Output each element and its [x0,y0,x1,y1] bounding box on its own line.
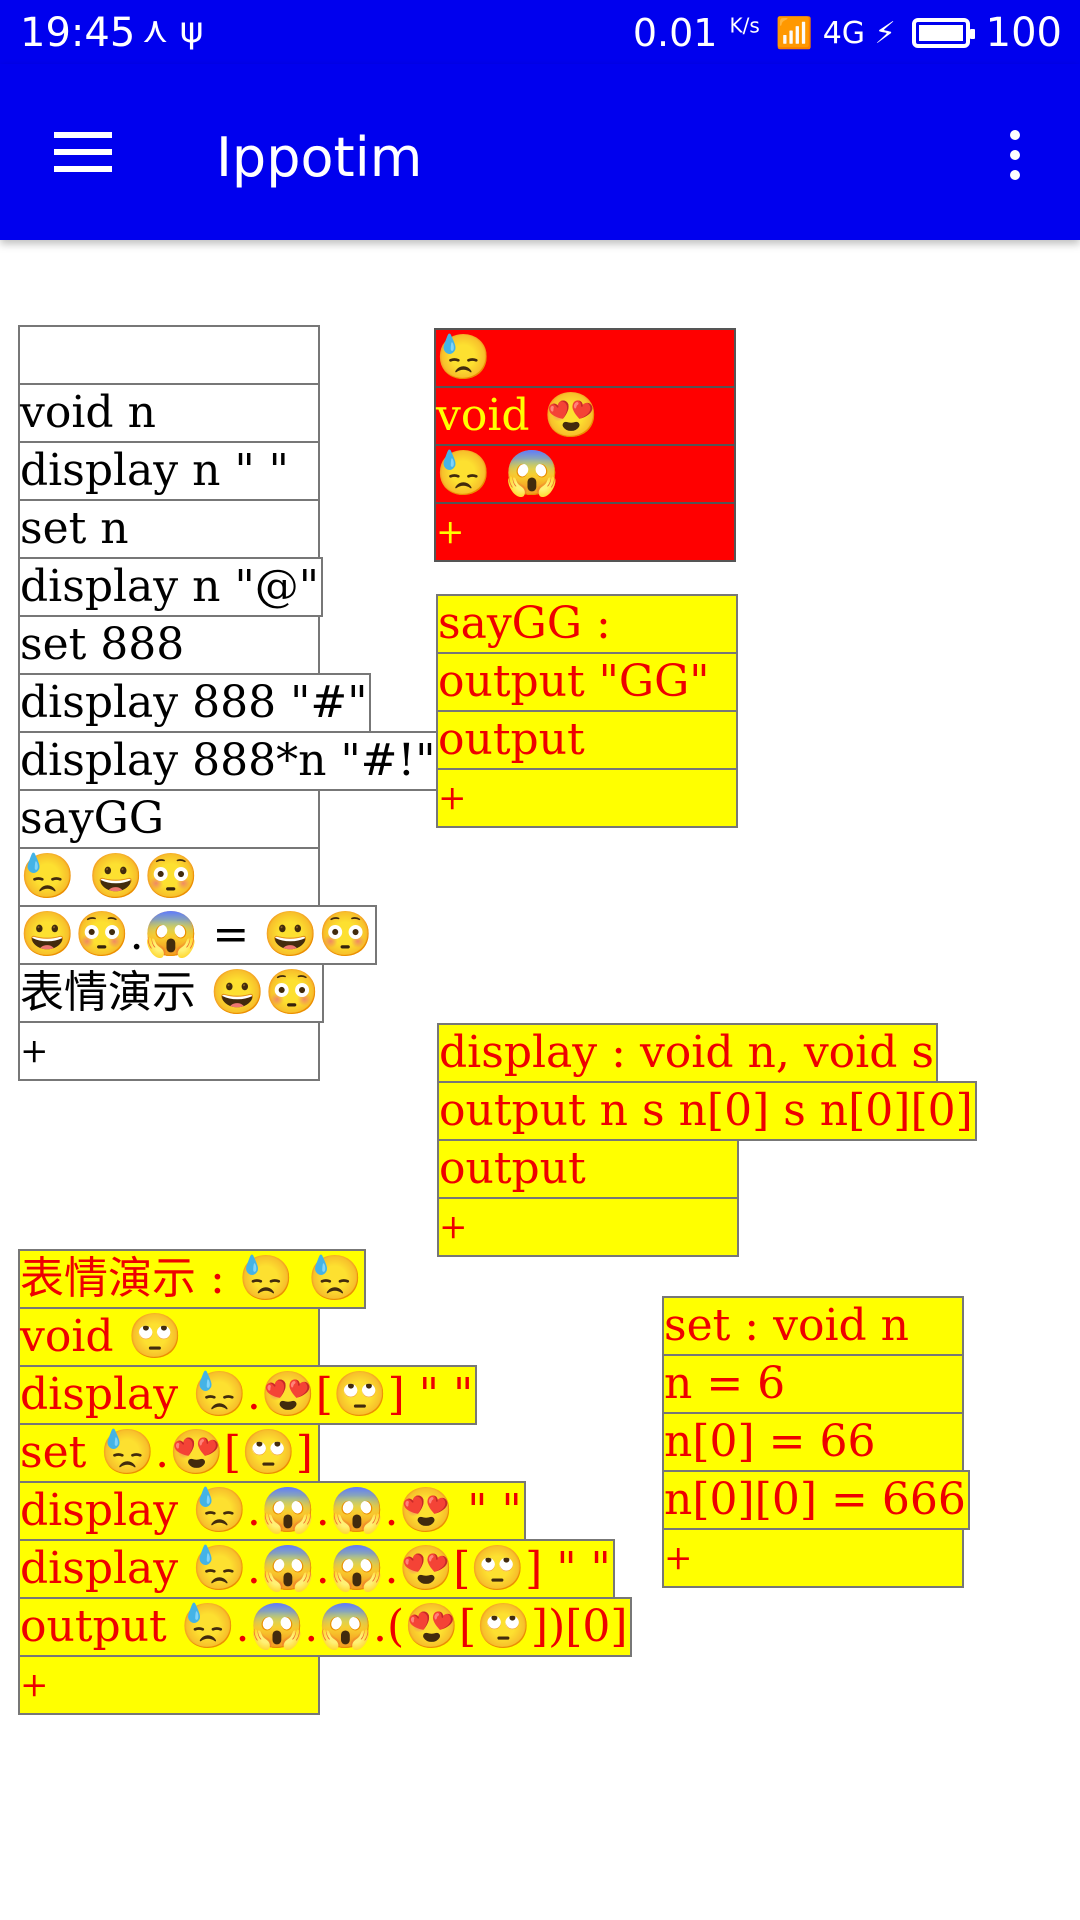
block-row[interactable]: set 888 [18,615,320,675]
battery-level: 100 [985,10,1062,56]
battery-icon [911,18,975,48]
block-row[interactable]: 表情演示 : 😓 😓 [18,1249,367,1309]
block-row[interactable]: 😀😳.😱 = 😀😳 [18,905,377,965]
add-row-button[interactable]: + [18,1021,320,1081]
block-row[interactable]: void n [18,383,320,443]
app-bar: Ippotim [0,64,1080,240]
block-row[interactable]: void 🙄 [18,1307,320,1367]
status-time: 19:45 [20,10,136,56]
block-row[interactable]: output 😓.😱.😱.(😍[🙄])[0] [18,1597,632,1657]
add-row-button[interactable]: + [662,1528,964,1588]
more-options-icon[interactable] [1000,130,1030,180]
block-row[interactable]: n = 6 [662,1354,964,1414]
add-row-button[interactable]: + [437,1197,739,1257]
block-row[interactable]: display : void n, void s [437,1023,938,1083]
block-row[interactable]: 😓 😀😳 [18,847,320,907]
block-row[interactable]: sayGG : [436,594,738,654]
block-row[interactable]: display n "@" [18,557,323,617]
block-row[interactable] [18,325,320,385]
block-row[interactable]: set 😓.😍[🙄] [18,1423,320,1483]
block-row[interactable]: display 😓.😱.😱.😍 " " [18,1481,526,1541]
block-row[interactable]: void 😍 [434,386,736,446]
display-def-block: display : void n, void s output n s n[0]… [437,1023,977,1257]
menu-icon[interactable] [54,132,112,172]
block-row[interactable]: 表情演示 😀😳 [18,963,324,1023]
main-block: void n display n " " set n display n "@"… [18,325,440,1081]
usb-icon: ⋏ ψ [142,10,204,51]
block-row[interactable]: set n [18,499,320,559]
block-row[interactable]: output n s n[0] s n[0][0] [437,1081,977,1141]
red-block: 😓 void 😍 😓 😱 + [434,328,736,562]
network-speed-value: 0.01 [632,11,718,55]
block-row[interactable]: 😓 [434,328,736,388]
network-speed-unit: K/s [729,13,760,38]
app-title: Ippotim [216,126,423,189]
block-row[interactable]: display 😓.😱.😱.😍[🙄] " " [18,1539,615,1599]
status-bar: 19:45 ⋏ ψ 0.01 K/s 📶 4G ⚡ 100 [0,0,1080,64]
network-speed: 0.01 K/s [633,11,760,55]
block-row[interactable]: output "GG" [436,652,738,712]
emoji-demo-block: 表情演示 : 😓 😓 void 🙄 display 😓.😍[🙄] " " set… [18,1249,632,1715]
block-row[interactable]: display 888*n "#!" [18,731,440,791]
block-row[interactable]: 😓 😱 [434,444,736,504]
add-row-button[interactable]: + [434,502,736,562]
add-row-button[interactable]: + [436,768,738,828]
signal-icon: 📶 4G ⚡ [775,15,896,51]
block-row[interactable]: display n " " [18,441,320,501]
block-row[interactable]: display 😓.😍[🙄] " " [18,1365,478,1425]
block-row[interactable]: output [436,710,738,770]
block-row[interactable]: sayGG [18,789,320,849]
block-row[interactable]: n[0] = 66 [662,1412,964,1472]
block-row[interactable]: output [437,1139,739,1199]
set-def-block: set : void n n = 6 n[0] = 66 n[0][0] = 6… [662,1296,970,1588]
block-row[interactable]: set : void n [662,1296,964,1356]
block-row[interactable]: display 888 "#" [18,673,372,733]
block-row[interactable]: n[0][0] = 666 [662,1470,970,1530]
add-row-button[interactable]: + [18,1655,320,1715]
status-right: 0.01 K/s 📶 4G ⚡ 100 [633,10,1062,56]
saygg-block: sayGG : output "GG" output + [436,594,738,828]
